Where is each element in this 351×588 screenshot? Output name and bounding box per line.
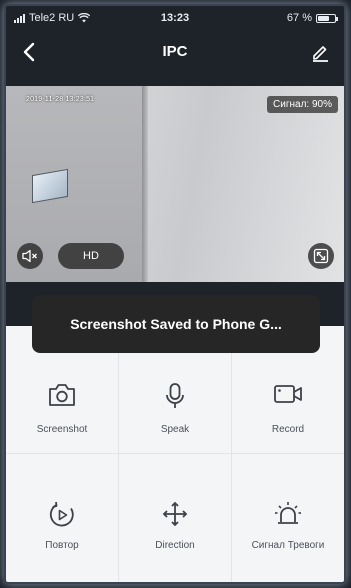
controls-grid: Screenshot Speak Record Повтор Direction… (6, 326, 344, 582)
toast-text: Screenshot Saved to Phone G... (70, 316, 282, 332)
controls-panel: Screenshot Speak Record Повтор Direction… (6, 326, 344, 582)
fullscreen-icon (313, 248, 329, 264)
page-title: IPC (162, 43, 188, 60)
playback-label: Повтор (45, 540, 79, 551)
icon-wrap (232, 500, 344, 528)
direction-button[interactable]: Direction (119, 454, 232, 582)
phone-screen: Tele2 RU 13:23 67 % IPC 2019-11-28 13:23… (6, 6, 344, 582)
playback-icon (49, 501, 74, 527)
edit-pencil-icon[interactable] (310, 42, 330, 62)
icon-wrap (119, 382, 231, 410)
direction-arrows-icon (162, 501, 188, 527)
icon-wrap (119, 500, 231, 528)
alarm-button[interactable]: Сигнал Тревоги (232, 454, 344, 582)
icon-wrap (6, 382, 118, 410)
battery-icon (316, 13, 338, 23)
video-camera-icon (274, 385, 302, 403)
icon-wrap (232, 382, 344, 410)
direction-label: Direction (155, 540, 195, 551)
video-wall-corner (142, 86, 148, 282)
nav-bar: IPC (6, 32, 344, 72)
camera-icon (49, 384, 75, 406)
speaker-muted-icon (22, 249, 37, 263)
fullscreen-button[interactable] (308, 243, 334, 269)
battery-percent: 67 % (286, 12, 312, 24)
status-bar: Tele2 RU 13:23 67 % (6, 6, 344, 32)
toast-notification: Screenshot Saved to Phone G... (32, 295, 320, 353)
screenshot-label: Screenshot (36, 424, 88, 435)
camera-video-feed[interactable]: 2019-11-28 13:23:51 Сигнал: 90% HD (6, 86, 344, 282)
alarm-icon (275, 502, 301, 524)
microphone-icon (166, 383, 184, 408)
quality-hd-button[interactable]: HD (58, 243, 124, 269)
playback-button[interactable]: Повтор (6, 454, 119, 582)
video-timestamp: 2019-11-28 13:23:51 (26, 96, 95, 103)
icon-wrap (6, 500, 118, 528)
record-label: Record (271, 424, 305, 435)
alarm-label: Сигнал Тревоги (251, 540, 325, 551)
speak-label: Speak (160, 424, 190, 435)
battery-fill (318, 15, 329, 21)
signal-strength-badge: Сигнал: 90% (267, 96, 338, 113)
mute-button[interactable] (17, 243, 43, 269)
status-right: 67 % (286, 12, 338, 24)
